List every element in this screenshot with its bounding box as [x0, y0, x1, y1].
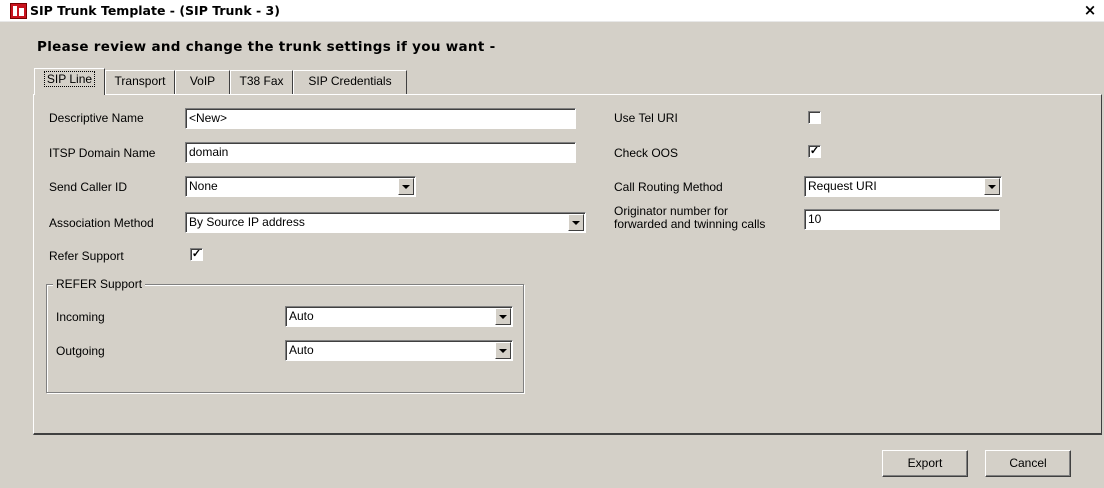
window-title: SIP Trunk Template - (SIP Trunk - 3)	[30, 3, 280, 18]
association-method-label: Association Method	[49, 216, 154, 230]
tab-label: T38 Fax	[239, 74, 284, 88]
outgoing-label: Outgoing	[56, 344, 105, 358]
use-tel-uri-checkbox[interactable]	[808, 111, 821, 124]
close-icon[interactable]: ×	[1082, 1, 1098, 19]
incoming-value: Auto	[289, 309, 314, 323]
refer-support-group: REFER Support Incoming Auto Outgoing Aut…	[46, 277, 524, 393]
incoming-label: Incoming	[56, 310, 105, 324]
itsp-domain-name-label: ITSP Domain Name	[49, 146, 156, 160]
chevron-down-icon[interactable]	[495, 342, 511, 359]
send-caller-id-value: None	[189, 179, 218, 193]
send-caller-id-label: Send Caller ID	[49, 180, 128, 194]
call-routing-method-label: Call Routing Method	[614, 180, 723, 194]
originator-number-input[interactable]: 10	[804, 209, 1000, 230]
incoming-select[interactable]: Auto	[285, 306, 513, 327]
sip-line-panel: Descriptive Name <New> ITSP Domain Name …	[33, 94, 1102, 435]
tab-label: SIP Credentials	[308, 74, 392, 88]
send-caller-id-select[interactable]: None	[185, 176, 416, 197]
app-logo-icon	[10, 3, 27, 19]
tab-label: Transport	[114, 74, 166, 88]
outgoing-value: Auto	[289, 343, 314, 357]
refer-support-checkbox[interactable]: ✓	[190, 248, 203, 261]
tab-sip-credentials[interactable]: SIP Credentials	[293, 70, 407, 94]
tab-t38-fax[interactable]: T38 Fax	[230, 70, 293, 94]
itsp-domain-name-input[interactable]: domain	[185, 142, 576, 163]
descriptive-name-label: Descriptive Name	[49, 111, 144, 125]
call-routing-method-select[interactable]: Request URI	[804, 176, 1002, 197]
originator-number-label-line1: Originator number for	[614, 204, 729, 218]
use-tel-uri-label: Use Tel URI	[614, 111, 678, 125]
chevron-down-icon[interactable]	[495, 308, 511, 325]
refer-support-label: Refer Support	[49, 249, 124, 263]
call-routing-method-value: Request URI	[808, 179, 877, 193]
tab-voip[interactable]: VoIP	[175, 70, 230, 94]
export-button[interactable]: Export	[882, 450, 968, 477]
descriptive-name-input[interactable]: <New>	[185, 108, 576, 129]
tab-transport[interactable]: Transport	[105, 70, 175, 94]
tab-label: VoIP	[189, 74, 216, 88]
title-bar[interactable]: SIP Trunk Template - (SIP Trunk - 3) ×	[0, 0, 1104, 22]
tab-sip-line[interactable]: SIP Line	[34, 68, 105, 95]
association-method-value: By Source IP address	[189, 215, 305, 229]
check-oos-label: Check OOS	[614, 146, 679, 160]
page-heading: Please review and change the trunk setti…	[37, 39, 496, 55]
originator-number-label-line2: forwarded and twinning calls	[614, 217, 766, 231]
refer-support-group-title: REFER Support	[53, 277, 146, 291]
check-oos-checkbox[interactable]: ✓	[808, 145, 821, 158]
cancel-button[interactable]: Cancel	[985, 450, 1071, 477]
tab-label: SIP Line	[43, 71, 96, 87]
outgoing-select[interactable]: Auto	[285, 340, 513, 361]
association-method-select[interactable]: By Source IP address	[185, 212, 586, 233]
chevron-down-icon[interactable]	[984, 178, 1000, 195]
sip-trunk-template-dialog: SIP Trunk Template - (SIP Trunk - 3) × P…	[0, 0, 1104, 488]
chevron-down-icon[interactable]	[398, 178, 414, 195]
chevron-down-icon[interactable]	[568, 214, 584, 231]
